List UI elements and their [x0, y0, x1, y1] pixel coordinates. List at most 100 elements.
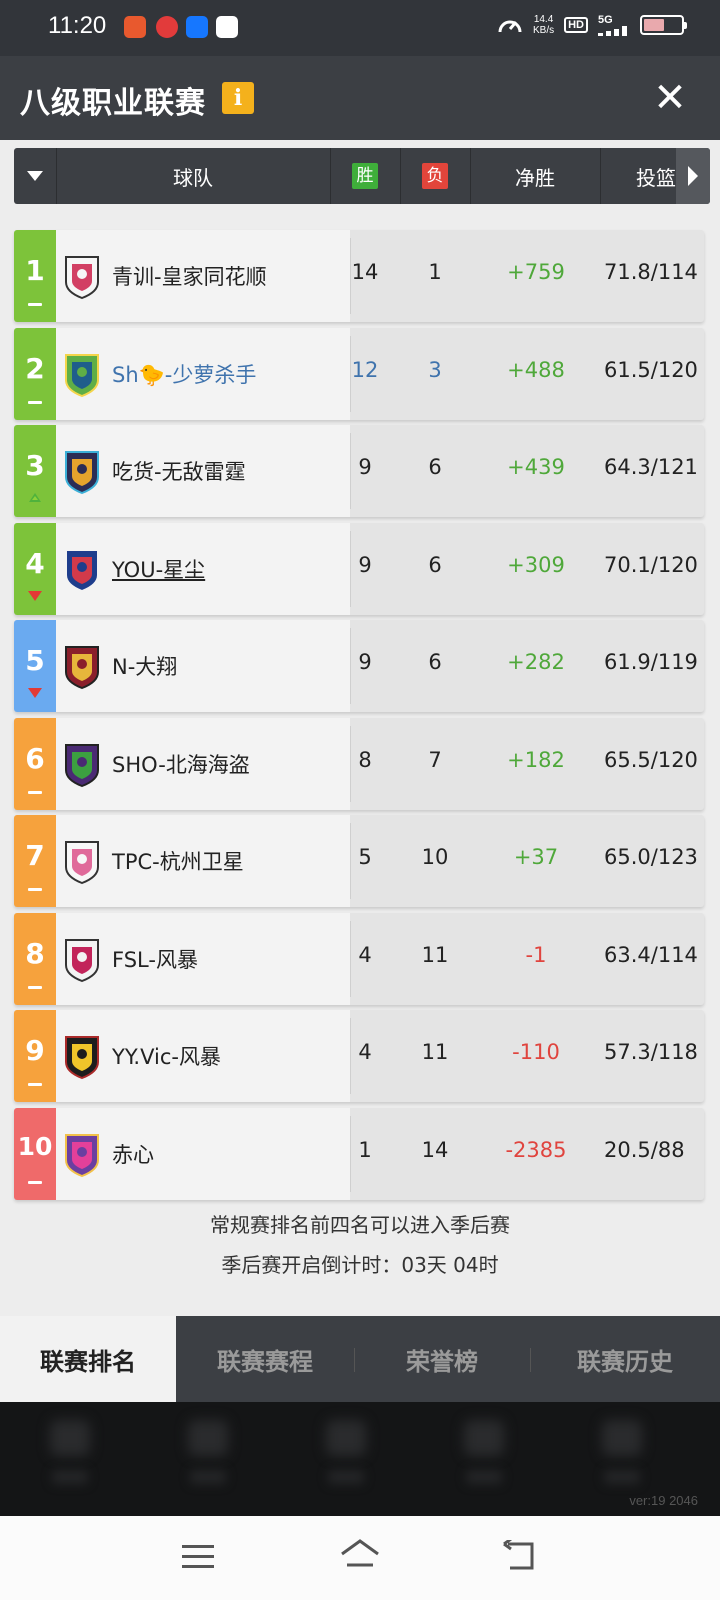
blurred-menu-icon [188, 1420, 228, 1456]
chevron-right-icon [688, 166, 698, 186]
losses-value: 3 [428, 358, 442, 382]
tab-league-history[interactable]: 联赛历史 [530, 1316, 720, 1402]
column-team-label: 球队 [173, 165, 213, 190]
title-bar: 八级职业联赛 i ✕ [0, 56, 720, 140]
rank-unchanged-icon [28, 791, 42, 794]
alipay-app-icon [186, 16, 208, 38]
rank-down-icon [28, 688, 42, 698]
rank-unchanged-icon [28, 303, 42, 306]
column-losses[interactable]: 负 [400, 148, 470, 204]
team-row[interactable]: 6 SHO-北海海盗 8 7 +182 65.5/120 [14, 718, 704, 810]
losses-value: 11 [421, 943, 449, 967]
team-name[interactable]: YOU-星尘 [112, 554, 205, 584]
team-row[interactable]: 7 TPC-杭州卫星 5 10 +37 65.0/123 [14, 815, 704, 907]
team-name[interactable]: 吃货-无敌雷霆 [112, 456, 246, 486]
green-dragon-logo-icon [65, 354, 99, 398]
blurred-menu-icon [464, 1420, 504, 1456]
net-points-value: -2385 [505, 1138, 567, 1162]
menu-icon[interactable] [182, 1544, 214, 1570]
rank-number: 1 [25, 254, 45, 287]
tab-honor-board[interactable]: 荣誉榜 [354, 1316, 530, 1402]
team-name[interactable]: N-大翔 [112, 651, 177, 681]
home-icon[interactable] [340, 1538, 380, 1572]
pirate-logo-icon [65, 744, 99, 788]
team-row[interactable]: 3 吃货-无敌雷霆 9 6 +439 64.3/121 [14, 425, 704, 517]
rank-number: 5 [25, 644, 45, 677]
losses-value: 6 [428, 553, 442, 577]
rank-cell: 5 [14, 620, 56, 712]
rank-cell: 4 [14, 523, 56, 615]
column-net[interactable]: 净胜 [470, 148, 600, 204]
team-name[interactable]: FSL-风暴 [112, 944, 198, 974]
wins-value: 4 [358, 1040, 372, 1064]
column-net-label: 净胜 [515, 165, 555, 190]
rank-number: 8 [25, 937, 45, 970]
rank-unchanged-icon [28, 1181, 42, 1184]
scroll-right-button[interactable] [676, 148, 710, 204]
rank-cell: 10 [14, 1108, 56, 1200]
team-cell: 吃货-无敌雷霆 [56, 425, 350, 517]
wins-value: 4 [358, 943, 372, 967]
system-nav-bar [0, 1516, 720, 1600]
team-name[interactable]: 青训-皇家同花顺 [112, 261, 267, 291]
team-row[interactable]: 9 YY.Vic-风暴 4 11 -110 57.3/118 [14, 1010, 704, 1102]
playoff-countdown: 季后赛开启倒计时：03天 04时 [221, 1253, 499, 1277]
rank-number: 3 [25, 449, 45, 482]
network-speed: 14.4 KB/s [533, 14, 554, 36]
tab-league-schedule[interactable]: 联赛赛程 [176, 1316, 354, 1402]
column-wins[interactable]: 胜 [330, 148, 400, 204]
golden-wolf-logo-icon [65, 1036, 99, 1080]
shooting-value: 65.0/123 [604, 845, 698, 869]
blurred-menu-label [328, 1470, 364, 1484]
info-button[interactable]: i [222, 82, 254, 114]
wins-value: 1 [358, 1138, 372, 1162]
close-button[interactable]: ✕ [650, 78, 690, 118]
back-icon[interactable] [502, 1540, 536, 1572]
standings-header: 球队 胜 负 净胜 投篮 [14, 148, 710, 204]
playoff-info: 常规赛排名前四名可以进入季后赛 季后赛开启倒计时：03天 04时 [0, 1205, 720, 1285]
page-title: 八级职业联赛 [20, 86, 206, 121]
wins-badge: 胜 [352, 163, 378, 189]
team-cell: FSL-风暴 [56, 913, 350, 1005]
shooting-value: 71.8/114 [604, 260, 698, 284]
wins-value: 12 [351, 358, 379, 382]
shopping-app-icon [124, 16, 146, 38]
net-points-value: +37 [513, 845, 559, 869]
team-row[interactable]: 5 N-大翔 9 6 +282 61.9/119 [14, 620, 704, 712]
team-row[interactable]: 10 赤心 1 14 -2385 20.5/88 [14, 1108, 704, 1200]
tab-league-ranking[interactable]: 联赛排名 [0, 1316, 176, 1402]
net-points-value: -1 [525, 943, 547, 967]
shooting-value: 20.5/88 [604, 1138, 685, 1162]
team-row[interactable]: 8 FSL-风暴 4 11 -1 63.4/114 [14, 913, 704, 1005]
status-time: 11:20 [48, 12, 107, 39]
royal-flush-logo-icon [65, 256, 99, 300]
team-name[interactable]: TPC-杭州卫星 [112, 846, 244, 876]
team-row[interactable]: 2 Sh🐤-少萝杀手 12 3 +488 61.5/120 [14, 328, 704, 420]
sort-dropdown[interactable] [14, 148, 56, 204]
net-points-value: +488 [507, 358, 565, 382]
signal-bars-icon [598, 26, 627, 36]
losses-badge: 负 [422, 163, 448, 189]
red-warrior-logo-icon [65, 646, 99, 690]
dropdown-arrow-icon [27, 171, 43, 181]
rank-unchanged-icon [28, 888, 42, 891]
wins-value: 9 [358, 455, 372, 479]
team-cell: 赤心 [56, 1108, 350, 1200]
blurred-menu-label [466, 1470, 502, 1484]
shooting-value: 61.9/119 [604, 650, 698, 674]
team-row[interactable]: 1 青训-皇家同花顺 14 1 +759 71.8/114 [14, 230, 704, 322]
losses-value: 7 [428, 748, 442, 772]
team-name[interactable]: Sh🐤-少萝杀手 [112, 359, 256, 389]
league-tabs: 联赛排名 联赛赛程 荣誉榜 联赛历史 [0, 1316, 720, 1402]
team-row[interactable]: 4 YOU-星尘 9 6 +309 70.1/120 [14, 523, 704, 615]
column-team[interactable]: 球队 [56, 148, 330, 204]
network-type: 5G [598, 14, 613, 26]
blurred-menu-icon [326, 1420, 366, 1456]
shooting-value: 65.5/120 [604, 748, 698, 772]
rank-cell: 8 [14, 913, 56, 1005]
team-name[interactable]: SHO-北海海盗 [112, 749, 250, 779]
team-name[interactable]: YY.Vic-风暴 [112, 1041, 221, 1071]
blurred-menu-label [52, 1470, 88, 1484]
team-name[interactable]: 赤心 [112, 1139, 154, 1169]
rank-cell: 7 [14, 815, 56, 907]
